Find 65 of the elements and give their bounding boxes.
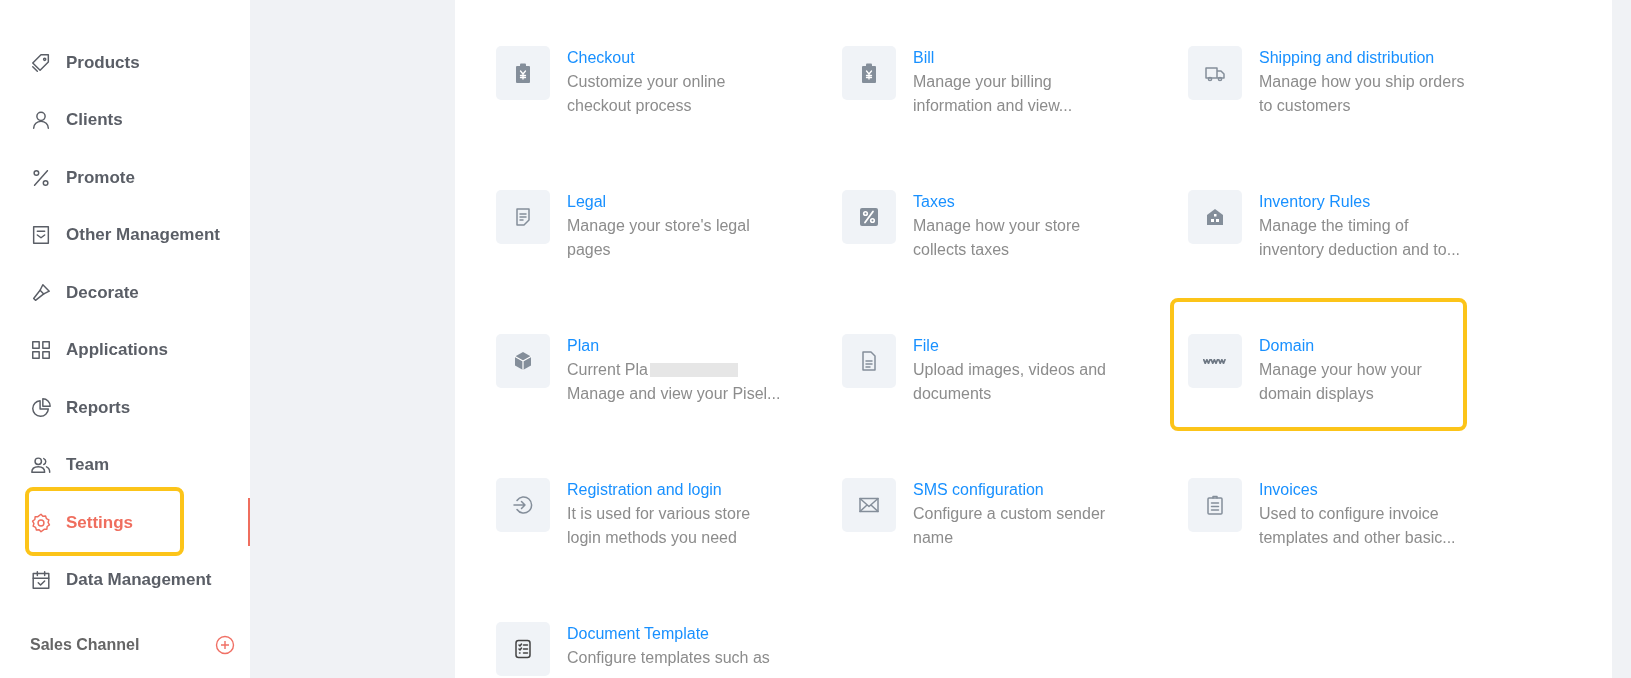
setting-description: Current Pla bbox=[567, 360, 648, 380]
setting-icon-tile[interactable] bbox=[496, 46, 550, 100]
cube-icon bbox=[511, 349, 535, 373]
add-icon[interactable] bbox=[215, 635, 235, 655]
setting-link[interactable]: Document Template bbox=[567, 622, 782, 646]
settings-icon bbox=[30, 511, 52, 534]
setting-icon-tile[interactable] bbox=[1188, 46, 1242, 100]
setting-link[interactable]: Checkout bbox=[567, 46, 782, 70]
brush-icon bbox=[30, 281, 52, 304]
setting-description: Manage your billing information and view... bbox=[913, 72, 1074, 116]
document-icon bbox=[30, 224, 52, 247]
setting-description: Configure a custom sender name bbox=[913, 504, 1107, 548]
setting-icon-tile[interactable] bbox=[1188, 478, 1242, 532]
setting-icon-tile[interactable] bbox=[496, 190, 550, 244]
setting-description: Configure templates such as bbox=[567, 648, 771, 668]
setting-link[interactable]: Bill bbox=[913, 46, 1128, 70]
setting-description: Manage your store's legal pages bbox=[567, 216, 751, 260]
setting-link[interactable]: Plan bbox=[567, 334, 782, 358]
section-title: Sales Channel bbox=[30, 636, 140, 654]
calendar-icon bbox=[30, 569, 52, 592]
sidebar-item[interactable]: Reports bbox=[0, 379, 250, 437]
sidebar-item[interactable]: Settings bbox=[0, 494, 250, 552]
www-icon bbox=[1203, 358, 1227, 364]
setting-icon-tile[interactable] bbox=[1188, 190, 1242, 244]
login-icon bbox=[511, 493, 535, 517]
sidebar-item[interactable]: Other Management bbox=[0, 206, 250, 264]
setting-link[interactable]: Legal bbox=[567, 190, 782, 214]
setting-description: Manage your how your domain displays bbox=[1259, 360, 1423, 404]
setting-description: Manage the timing of inventory deduction and to... bbox=[1259, 216, 1462, 260]
setting-icon-tile[interactable] bbox=[496, 334, 550, 388]
setting-icon-tile[interactable] bbox=[496, 622, 550, 676]
setting-description: Upload images, videos and documents bbox=[913, 360, 1107, 404]
setting-description: Manage how you ship orders to customers bbox=[1259, 72, 1466, 116]
setting-link[interactable]: Invoices bbox=[1259, 478, 1474, 502]
setting-description: Manage and view your Pisel... bbox=[567, 384, 782, 404]
setting-icon-tile[interactable] bbox=[842, 334, 896, 388]
setting-description: It is used for various store login methods you need bbox=[567, 504, 752, 548]
sidebar-item[interactable]: Decorate bbox=[0, 264, 250, 322]
sidebar-item[interactable]: Data Management bbox=[0, 551, 250, 609]
setting-link[interactable]: Registration and login bbox=[567, 478, 782, 502]
setting-link[interactable]: Taxes bbox=[913, 190, 1128, 214]
setting-link[interactable]: Inventory Rules bbox=[1259, 190, 1474, 214]
setting-link[interactable]: SMS configuration bbox=[913, 478, 1128, 502]
setting-link[interactable]: Domain bbox=[1259, 334, 1474, 358]
sidebar-item[interactable]: Team bbox=[0, 436, 250, 494]
setting-icon-tile[interactable] bbox=[496, 478, 550, 532]
setting-icon-tile[interactable] bbox=[1188, 334, 1242, 388]
person-icon bbox=[30, 109, 52, 132]
sidebar-item[interactable]: Promote bbox=[0, 149, 250, 207]
sidebar-item[interactable]: Applications bbox=[0, 321, 250, 379]
active-indicator bbox=[248, 498, 250, 546]
percent-icon bbox=[857, 205, 881, 229]
setting-icon-tile[interactable] bbox=[842, 478, 896, 532]
tag-icon bbox=[30, 51, 52, 74]
setting-link[interactable]: File bbox=[913, 334, 1128, 358]
grid-icon bbox=[30, 339, 52, 362]
setting-description: Customize your online checkout process bbox=[567, 72, 727, 116]
setting-icon-tile[interactable] bbox=[842, 190, 896, 244]
setting-description: Manage how your store collects taxes bbox=[913, 216, 1082, 260]
sidebar-item[interactable]: Products bbox=[0, 34, 250, 92]
pie-chart-icon bbox=[30, 396, 52, 419]
sidebar-item[interactable]: Clients bbox=[0, 91, 250, 149]
setting-description: Used to configure invoice templates and other basic... bbox=[1259, 504, 1457, 548]
setting-link[interactable]: Shipping and distribution bbox=[1259, 46, 1474, 70]
setting-icon-tile[interactable] bbox=[842, 46, 896, 100]
